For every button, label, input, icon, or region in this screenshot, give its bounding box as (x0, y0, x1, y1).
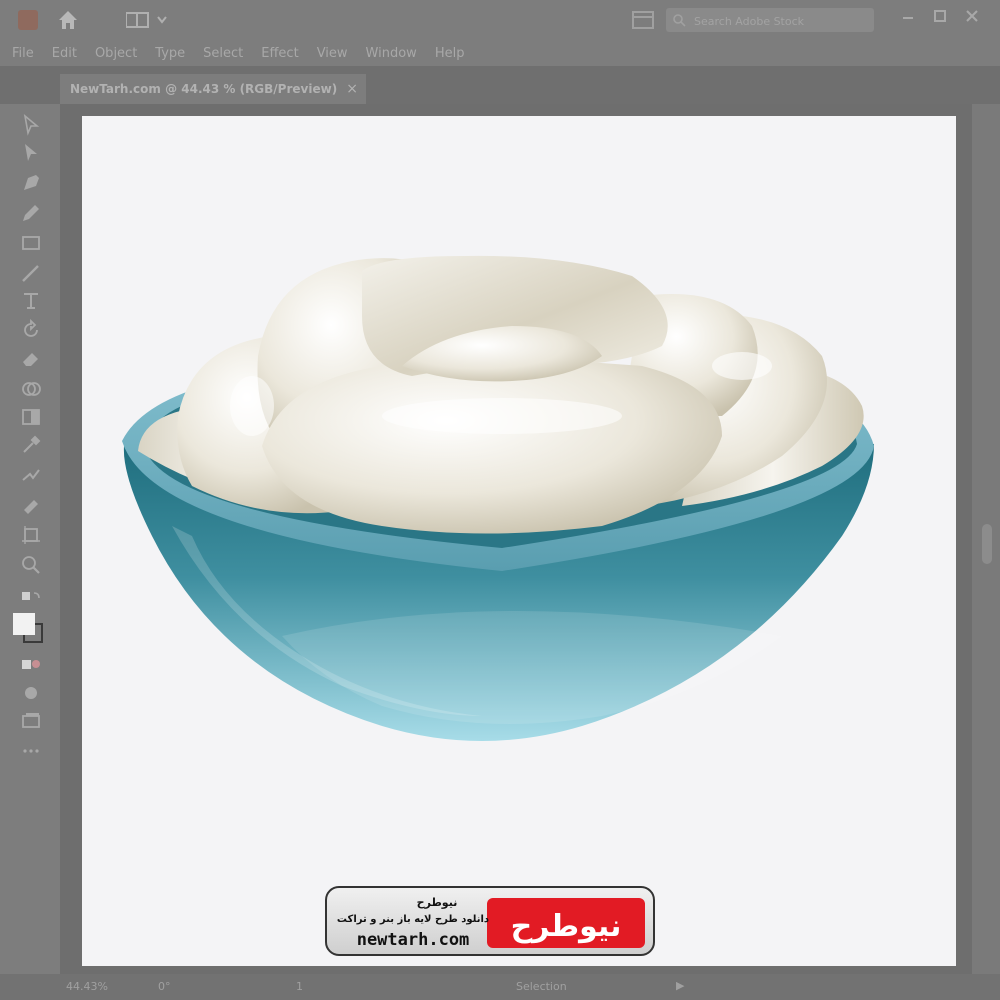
eyedropper-icon[interactable] (20, 434, 42, 456)
gradient-icon[interactable] (20, 406, 42, 428)
document-tab-bar: NewTarh.com @ 44.43 % (RGB/Preview) × (0, 66, 1000, 104)
fill-stroke-swatch[interactable] (12, 612, 46, 646)
pencil-icon[interactable] (20, 202, 42, 224)
direct-selection-icon[interactable] (20, 142, 42, 164)
watermark-logo-graphic: نیوطرح نیوطرح دانلود طرح لایه باز بنر و … (337, 896, 645, 950)
search-icon (673, 14, 686, 27)
symbol-sprayer-icon[interactable] (20, 494, 42, 516)
search-input[interactable] (692, 11, 872, 31)
tools-panel (0, 104, 60, 974)
yogurt-bowl-illustration[interactable] (82, 116, 956, 966)
selection-icon[interactable] (20, 113, 42, 136)
brush-icon[interactable] (20, 262, 42, 284)
svg-text:نیوطرح: نیوطرح (417, 896, 458, 909)
document-tab[interactable]: NewTarh.com @ 44.43 % (RGB/Preview) × (60, 74, 366, 104)
current-tool-label: Selection (516, 980, 567, 993)
minimize-icon[interactable] (898, 6, 918, 26)
pen-icon[interactable] (20, 172, 42, 194)
cream-highlight-front (382, 398, 622, 434)
color-mode-icon[interactable] (20, 654, 42, 676)
blend-icon[interactable] (20, 464, 42, 486)
menu-object[interactable]: Object (95, 46, 137, 61)
newtarh-watermark-logo: نیوطرح نیوطرح دانلود طرح لایه باز بنر و … (325, 886, 655, 956)
rectangle-icon[interactable] (20, 232, 42, 254)
title-bar (0, 0, 1000, 40)
more-tools-icon[interactable] (20, 740, 42, 762)
zoom-icon[interactable] (20, 554, 42, 576)
menu-help[interactable]: Help (435, 46, 465, 61)
close-icon[interactable] (962, 6, 982, 26)
svg-text:نیوطرح: نیوطرح (511, 909, 622, 944)
search-field[interactable] (666, 8, 874, 32)
rotation-value[interactable]: 0° (158, 980, 171, 993)
draw-mode-icon[interactable] (20, 682, 42, 704)
cream-highlight-right (712, 352, 772, 380)
document-tab-label: NewTarh.com @ 44.43 % (RGB/Preview) (70, 82, 338, 96)
artboard-icon[interactable] (20, 524, 42, 546)
status-bar: 44.43% 0° 1 Selection ▶ (0, 974, 1000, 1000)
svg-text:newtarh.com: newtarh.com (357, 930, 470, 950)
screen-mode-icon[interactable] (20, 710, 42, 732)
swap-colors-icon[interactable] (20, 590, 42, 612)
eraser-icon[interactable] (20, 348, 42, 370)
menu-type[interactable]: Type (155, 46, 185, 61)
shape-builder-icon[interactable] (20, 378, 42, 400)
rotate-icon[interactable] (20, 318, 42, 340)
menu-view[interactable]: View (317, 46, 348, 61)
menu-effect[interactable]: Effect (261, 46, 298, 61)
menu-window[interactable]: Window (366, 46, 417, 61)
restore-icon[interactable] (930, 6, 950, 26)
type-icon[interactable] (20, 290, 42, 312)
artboard[interactable] (82, 116, 956, 966)
canvas-workspace[interactable] (60, 104, 972, 974)
menu-select[interactable]: Select (203, 46, 243, 61)
vertical-scrollbar[interactable] (974, 104, 1000, 974)
menu-file[interactable]: File (12, 46, 34, 61)
home-icon[interactable] (56, 8, 80, 32)
scroll-thumb[interactable] (982, 524, 992, 564)
app-logo-icon (18, 10, 38, 30)
artboard-number[interactable]: 1 (296, 980, 303, 993)
workspace-switcher-icon[interactable] (126, 12, 170, 28)
menu-edit[interactable]: Edit (52, 46, 77, 61)
zoom-level[interactable]: 44.43% (66, 980, 108, 993)
menu-bar: File Edit Object Type Select Effect View… (0, 40, 1000, 66)
arrange-documents-icon[interactable] (632, 11, 654, 29)
close-tab-icon[interactable]: × (346, 81, 358, 97)
cream-highlight-left (230, 376, 274, 436)
status-menu-arrow-icon[interactable]: ▶ (676, 979, 684, 992)
svg-text:دانلود طرح لایه باز بنر و تراک: دانلود طرح لایه باز بنر و تراکت (337, 914, 489, 925)
